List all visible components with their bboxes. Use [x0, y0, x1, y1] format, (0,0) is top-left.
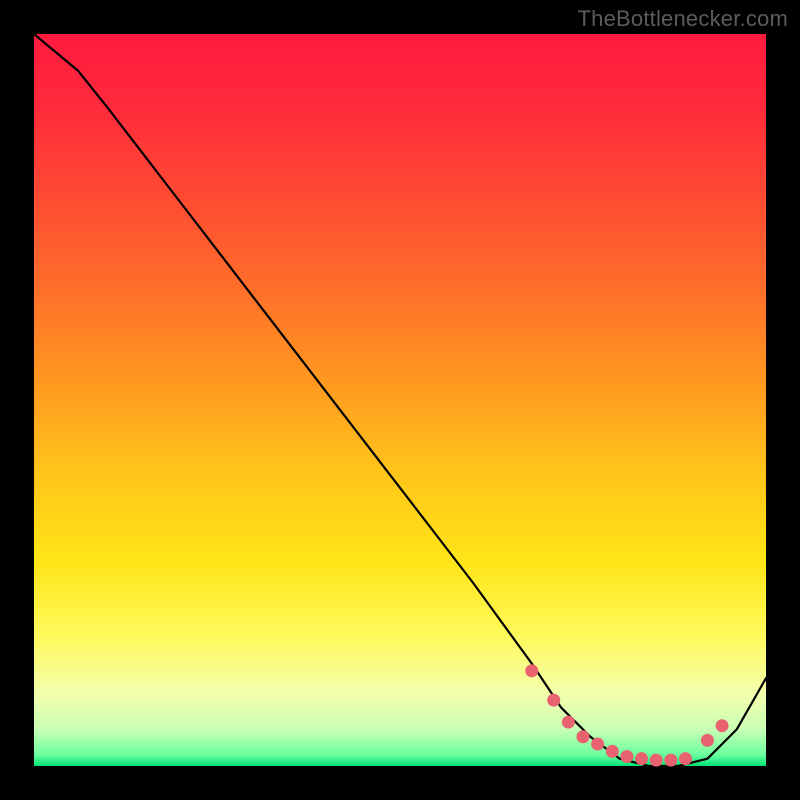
bottleneck-chart: [0, 0, 800, 800]
highlight-dot: [547, 694, 560, 707]
highlight-dot: [591, 738, 604, 751]
watermark-text: TheBottlenecker.com: [578, 6, 788, 32]
highlight-dot: [577, 730, 590, 743]
highlight-dot: [664, 754, 677, 767]
highlight-dot: [525, 664, 538, 677]
highlight-dot: [620, 750, 633, 763]
chart-frame: TheBottlenecker.com: [0, 0, 800, 800]
highlight-dot: [701, 734, 714, 747]
plot-background: [34, 34, 766, 766]
highlight-dot: [679, 752, 692, 765]
highlight-dot: [606, 745, 619, 758]
highlight-dot: [635, 752, 648, 765]
highlight-dot: [562, 716, 575, 729]
highlight-dot: [716, 719, 729, 732]
highlight-dot: [650, 754, 663, 767]
